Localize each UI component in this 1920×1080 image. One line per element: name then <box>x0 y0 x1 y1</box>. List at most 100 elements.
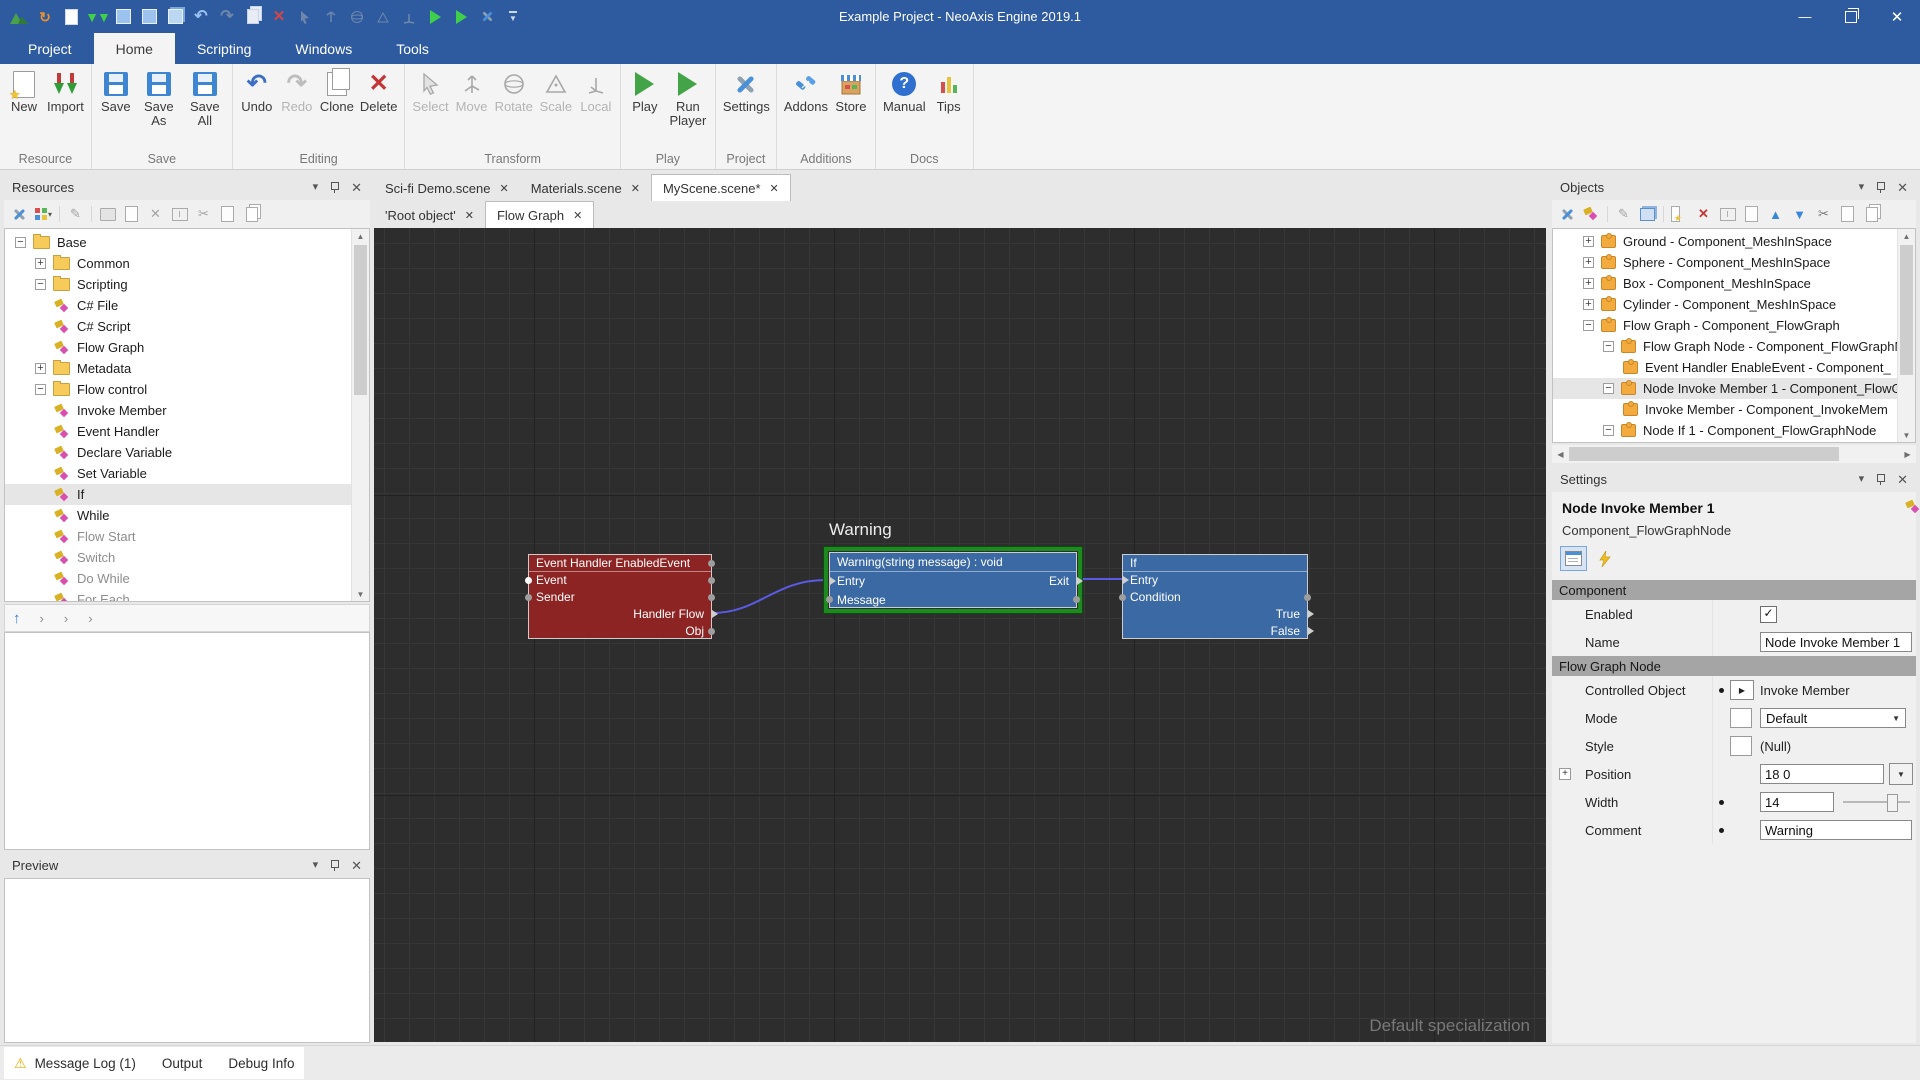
resources-scrollbar[interactable]: ▲ ▼ <box>351 229 369 601</box>
panel-menu-icon[interactable]: ▾ <box>313 182 319 193</box>
close-icon[interactable]: ✕ <box>1897 473 1908 486</box>
flow-input-port[interactable] <box>1123 576 1129 584</box>
close-tab-icon[interactable]: ✕ <box>499 182 508 195</box>
input-port[interactable] <box>826 596 833 603</box>
rename-icon[interactable]: I <box>1719 206 1736 223</box>
output-port[interactable] <box>708 594 715 601</box>
delete-icon[interactable]: ✕ <box>270 8 288 26</box>
tree-expander[interactable]: − <box>15 237 26 248</box>
mode-dropdown[interactable]: Default▼ <box>1760 708 1906 728</box>
new-button[interactable]: ★New <box>4 66 44 116</box>
addons-button[interactable]: Addons <box>781 66 831 116</box>
move-down-icon[interactable]: ▼ <box>1791 206 1808 223</box>
close-icon[interactable]: ✕ <box>351 181 362 194</box>
tree-expander[interactable]: + <box>1583 278 1594 289</box>
save-icon[interactable] <box>114 8 132 26</box>
tree-expander[interactable]: + <box>1583 257 1594 268</box>
duplicate-icon[interactable] <box>1743 206 1760 223</box>
properties-view-button[interactable] <box>1560 546 1587 571</box>
bottom-tab[interactable]: ⚠ Debug Info <box>228 1056 294 1071</box>
resource-tree-item[interactable]: Do While <box>5 568 369 589</box>
close-icon[interactable]: ✕ <box>1897 181 1908 194</box>
bottom-tab[interactable]: ⚠ Message Log (1) <box>14 1055 136 1072</box>
bottom-tab[interactable]: ⚠ Output <box>162 1056 203 1071</box>
resource-tree-item[interactable]: For Each <box>5 589 369 602</box>
comment-field[interactable] <box>1760 820 1912 840</box>
pin-icon[interactable] <box>1876 182 1885 193</box>
position-field[interactable] <box>1760 764 1884 784</box>
width-field[interactable] <box>1760 792 1834 812</box>
resource-tree-item[interactable]: − Flow control <box>5 379 369 400</box>
tree-expander[interactable]: − <box>1583 320 1594 331</box>
tab-project[interactable]: Project <box>6 33 94 64</box>
close-icon[interactable]: ✕ <box>351 859 362 872</box>
tree-expander[interactable]: − <box>35 279 46 290</box>
run-player-icon[interactable] <box>452 8 470 26</box>
object-tree-item[interactable]: − Flow Graph - Component_FlowGraph <box>1553 315 1915 336</box>
output-port[interactable] <box>708 577 715 584</box>
objects-options-icon[interactable] <box>1559 206 1576 223</box>
pin-icon[interactable] <box>1876 474 1885 485</box>
play-button[interactable]: Play <box>625 66 665 116</box>
breadcrumb-item[interactable] <box>83 611 107 626</box>
resource-tree-item[interactable]: C# Script <box>5 316 369 337</box>
flow-node-event-handler[interactable]: Event Handler EnabledEvent Event Sender … <box>528 554 712 639</box>
objects-hscrollbar[interactable]: ◀ ▶ <box>1552 445 1916 463</box>
restore-button[interactable] <box>1828 0 1874 33</box>
close-tab-icon[interactable]: ✕ <box>770 182 779 195</box>
breadcrumb-item[interactable] <box>59 611 83 626</box>
slider-thumb[interactable] <box>1887 794 1898 812</box>
scroll-down-icon[interactable]: ▼ <box>352 587 369 601</box>
object-tree-item[interactable]: − Flow Graph Node - Component_FlowGraphN… <box>1553 336 1915 357</box>
scroll-up-icon[interactable]: ▲ <box>352 229 369 243</box>
resource-tree-item[interactable]: Flow Graph <box>5 337 369 358</box>
object-tree-item[interactable]: + Sphere - Component_MeshInSpace <box>1553 252 1915 273</box>
close-tab-icon[interactable]: ✕ <box>573 209 582 222</box>
delete-button[interactable]: ✕Delete <box>357 66 401 116</box>
scroll-left-icon[interactable]: ◀ <box>1552 446 1569 463</box>
breadcrumb-up-icon[interactable]: ↑ <box>13 610 21 627</box>
display-mode-icon[interactable]: ▾ <box>35 206 52 223</box>
object-tree-item[interactable]: + Box - Component_MeshInSpace <box>1553 273 1915 294</box>
value-box[interactable] <box>1730 736 1752 756</box>
save-all-icon[interactable] <box>166 8 184 26</box>
flow-node-if[interactable]: If Entry Condition True False <box>1122 554 1308 639</box>
panel-menu-icon[interactable]: ▾ <box>313 860 319 871</box>
tree-expander[interactable]: + <box>1583 299 1594 310</box>
document-tab[interactable]: Materials.scene ✕ <box>520 175 651 201</box>
pin-icon[interactable] <box>330 860 339 871</box>
play-icon[interactable] <box>426 8 444 26</box>
pin-icon[interactable] <box>330 182 339 193</box>
events-view-button[interactable] <box>1591 546 1618 571</box>
copy-icon[interactable] <box>1839 206 1856 223</box>
resource-tree-item[interactable]: Set Variable <box>5 463 369 484</box>
flow-graph-canvas[interactable]: Event Handler EnabledEvent Event Sender … <box>374 228 1546 1042</box>
resource-tree-item[interactable]: Declare Variable <box>5 442 369 463</box>
breadcrumb-item[interactable] <box>35 611 59 626</box>
output-port[interactable] <box>708 560 715 567</box>
tips-button[interactable]: Tips <box>929 66 969 116</box>
input-port[interactable] <box>525 577 532 584</box>
position-dropdown-button[interactable]: ▼ <box>1889 763 1913 785</box>
object-tree-item[interactable]: + Ground - Component_MeshInSpace <box>1553 231 1915 252</box>
name-field[interactable] <box>1760 632 1912 652</box>
open-window-icon[interactable] <box>1639 206 1656 223</box>
object-tree-item[interactable]: Event Handler EnableEvent - Component_ <box>1553 357 1915 378</box>
save-button[interactable]: Save <box>96 66 136 116</box>
flow-output-port[interactable] <box>1308 610 1314 618</box>
object-tree-item[interactable]: − Node If 1 - Component_FlowGraphNode <box>1553 420 1915 441</box>
import-button[interactable]: Import <box>44 66 87 116</box>
expand-property-icon[interactable]: + <box>1559 768 1571 780</box>
flow-node-warning[interactable]: Warning(string message) : void EntryExit… <box>829 552 1077 608</box>
undo-button[interactable]: ↶Undo <box>237 66 277 116</box>
refresh-icon[interactable]: ↻ <box>36 8 54 26</box>
resource-tree-item[interactable]: Switch <box>5 547 369 568</box>
resources-options-icon[interactable] <box>11 206 28 223</box>
flow-output-port[interactable] <box>712 610 718 618</box>
objects-vscrollbar[interactable]: ▲ ▼ <box>1897 229 1915 442</box>
document-tab[interactable]: MyScene.scene* ✕ <box>651 174 791 201</box>
view-tab[interactable]: Flow Graph ✕ <box>485 201 594 228</box>
tree-expander[interactable]: − <box>1603 341 1614 352</box>
move-up-icon[interactable]: ▲ <box>1767 206 1784 223</box>
delete-icon[interactable]: ✕ <box>1695 206 1712 223</box>
